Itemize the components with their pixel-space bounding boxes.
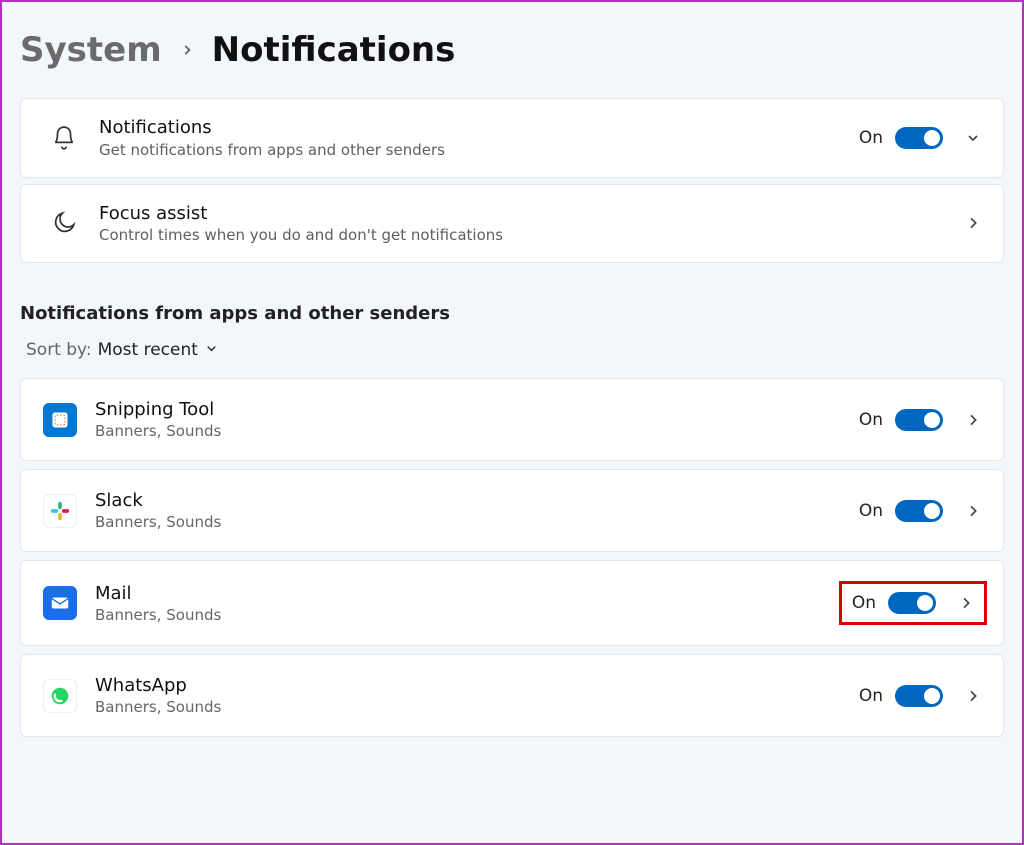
chevron-right-icon[interactable] bbox=[965, 503, 981, 519]
sort-label: Sort by: bbox=[26, 340, 92, 360]
mail-icon bbox=[43, 586, 77, 620]
app-subtitle: Banners, Sounds bbox=[95, 422, 859, 440]
app-status: On bbox=[852, 593, 876, 613]
chevron-right-icon[interactable] bbox=[965, 412, 981, 428]
chevron-down-icon[interactable] bbox=[965, 130, 981, 146]
notifications-toggle[interactable] bbox=[895, 127, 943, 149]
notifications-status: On bbox=[859, 128, 883, 148]
chevron-right-icon[interactable] bbox=[958, 595, 974, 611]
app-row-slack[interactable]: Slack Banners, Sounds On bbox=[20, 469, 1004, 552]
app-row-whatsapp[interactable]: WhatsApp Banners, Sounds On bbox=[20, 654, 1004, 737]
app-status: On bbox=[859, 410, 883, 430]
bell-icon bbox=[43, 125, 85, 151]
app-subtitle: Banners, Sounds bbox=[95, 513, 859, 531]
chevron-down-icon bbox=[204, 341, 219, 360]
moon-icon bbox=[43, 210, 85, 236]
app-subtitle: Banners, Sounds bbox=[95, 606, 839, 624]
app-name: WhatsApp bbox=[95, 675, 859, 696]
notifications-title: Notifications bbox=[99, 117, 859, 139]
focus-assist-card[interactable]: Focus assist Control times when you do a… bbox=[20, 184, 1004, 264]
app-toggle[interactable] bbox=[888, 592, 936, 614]
app-name: Mail bbox=[95, 583, 839, 604]
sort-dropdown[interactable]: Sort by: Most recent bbox=[26, 340, 219, 360]
chevron-right-icon[interactable] bbox=[965, 215, 981, 231]
app-name: Slack bbox=[95, 490, 859, 511]
whatsapp-icon bbox=[43, 679, 77, 713]
app-row-snipping-tool[interactable]: Snipping Tool Banners, Sounds On bbox=[20, 378, 1004, 461]
section-title: Notifications from apps and other sender… bbox=[20, 303, 1004, 324]
highlighted-controls: On bbox=[839, 581, 987, 625]
app-toggle[interactable] bbox=[895, 500, 943, 522]
breadcrumb-current: Notifications bbox=[212, 30, 456, 70]
breadcrumb: System Notifications bbox=[20, 30, 1004, 70]
notifications-subtitle: Get notifications from apps and other se… bbox=[99, 141, 859, 159]
breadcrumb-parent[interactable]: System bbox=[20, 30, 162, 70]
focus-title: Focus assist bbox=[99, 203, 943, 225]
app-name: Snipping Tool bbox=[95, 399, 859, 420]
slack-icon bbox=[43, 494, 77, 528]
chevron-right-icon bbox=[180, 43, 194, 57]
notifications-card[interactable]: Notifications Get notifications from app… bbox=[20, 98, 1004, 178]
focus-subtitle: Control times when you do and don't get … bbox=[99, 226, 943, 244]
sort-value: Most recent bbox=[98, 340, 198, 360]
snipping-tool-icon bbox=[43, 403, 77, 437]
app-subtitle: Banners, Sounds bbox=[95, 698, 859, 716]
app-toggle[interactable] bbox=[895, 409, 943, 431]
chevron-right-icon[interactable] bbox=[965, 688, 981, 704]
app-toggle[interactable] bbox=[895, 685, 943, 707]
app-row-mail[interactable]: Mail Banners, Sounds On bbox=[20, 560, 1004, 646]
app-status: On bbox=[859, 501, 883, 521]
app-status: On bbox=[859, 686, 883, 706]
